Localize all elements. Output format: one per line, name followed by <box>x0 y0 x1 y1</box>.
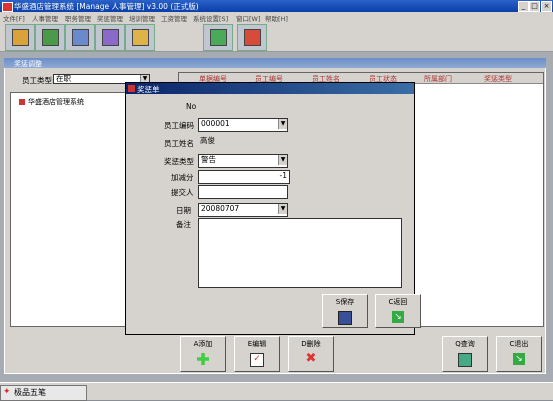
date-select[interactable]: 20080707 ▼ <box>198 203 288 217</box>
floppy-disk-icon <box>338 311 352 325</box>
tb6-icon <box>210 29 227 46</box>
reward-type-value: 警告 <box>201 155 216 164</box>
add-button[interactable]: A添加 <box>180 336 226 372</box>
dialog-title: 奖惩单 <box>137 85 160 94</box>
reward-form-dialog: 奖惩单 No 员工编码 000001 ▼ 员工姓名 高俊 奖惩类型 警告 ▼ 加… <box>125 82 421 335</box>
toolbar-button-1[interactable] <box>5 24 35 51</box>
title-bar: 华盛酒店管理系统 [Manage 人事管理] v3.00 (正式版) _ □ × <box>0 0 553 12</box>
exit-button-label: C退出 <box>509 340 529 348</box>
delete-x-icon: ✖ <box>305 351 317 366</box>
dialog-back-button[interactable]: C返回 ↘ <box>375 294 421 328</box>
toolbar <box>0 22 553 52</box>
submitter-label: 提交人 <box>171 188 194 197</box>
menu-bar: 文件[F] 人事管理 职务管理 奖惩管理 培训管理 工资管理 系统设置[S] 窗… <box>0 12 553 23</box>
reward-adjust-title-bar: 奖惩调整 <box>4 58 546 68</box>
column-header-department[interactable]: 所属部门 <box>424 74 452 84</box>
chevron-down-icon[interactable]: ▼ <box>278 204 287 214</box>
folder-icon <box>19 99 25 105</box>
minimize-button[interactable]: _ <box>518 1 529 12</box>
tb3-icon <box>72 29 89 46</box>
toolbar-button-3[interactable] <box>65 24 95 51</box>
checklist-icon: ✓ <box>250 353 264 367</box>
status-bar: ✦ 极品五笔 <box>0 382 553 401</box>
close-button[interactable]: × <box>541 1 552 12</box>
reward-type-label: 奖惩类型 <box>164 157 194 166</box>
emp-name-field: 高俊 <box>198 136 286 148</box>
plus-icon <box>197 353 209 365</box>
tb2-icon <box>42 29 59 46</box>
emp-code-label: 员工编码 <box>164 121 194 130</box>
toolbar-button-6[interactable] <box>203 24 233 51</box>
points-label: 加减分 <box>171 173 194 182</box>
window-title: 华盛酒店管理系统 [Manage 人事管理] v3.00 (正式版) <box>14 2 199 11</box>
tb1-icon <box>12 29 29 46</box>
dialog-back-label: C返回 <box>388 298 408 306</box>
tb7-icon <box>244 29 261 46</box>
employee-type-label: 员工类型: <box>22 76 55 85</box>
emp-code-select[interactable]: 000001 ▼ <box>198 118 288 132</box>
emp-name-label: 员工姓名 <box>164 139 194 148</box>
dialog-save-label: S保存 <box>335 298 355 306</box>
search-icon <box>458 353 472 367</box>
no-label: No <box>186 102 197 111</box>
tb5-icon <box>132 29 149 46</box>
reward-adjust-title: 奖惩调整 <box>14 60 42 68</box>
submitter-input[interactable] <box>198 185 288 199</box>
ime-name: 极品五笔 <box>14 388 46 397</box>
tb4-icon <box>102 29 119 46</box>
dialog-save-button[interactable]: S保存 <box>322 294 368 328</box>
reward-type-select[interactable]: 警告 ▼ <box>198 154 288 168</box>
exit-button[interactable]: C退出 ↘ <box>496 336 542 372</box>
employee-type-value: 在职 <box>56 74 71 83</box>
ime-toolbar[interactable]: ✦ 极品五笔 <box>0 385 87 401</box>
query-button[interactable]: Q查询 <box>442 336 488 372</box>
points-value: -1 <box>279 171 287 180</box>
date-value: 20080707 <box>201 204 240 213</box>
edit-button-label: E编辑 <box>247 340 267 348</box>
edit-button[interactable]: E编辑 ✓ <box>234 336 280 372</box>
note-label: 备注 <box>176 220 191 229</box>
toolbar-button-5[interactable] <box>125 24 155 51</box>
dialog-icon <box>128 85 135 92</box>
emp-code-value: 000001 <box>201 119 230 128</box>
exit-arrow-icon: ↘ <box>513 353 525 365</box>
column-header-reward-type[interactable]: 奖惩类型 <box>484 74 512 84</box>
points-input[interactable]: -1 <box>198 170 290 184</box>
maximize-button[interactable]: □ <box>529 1 540 12</box>
delete-button[interactable]: D删除 ✖ <box>288 336 334 372</box>
app-icon <box>2 2 13 12</box>
date-label: 日期 <box>176 206 191 215</box>
chevron-down-icon[interactable]: ▼ <box>278 155 287 165</box>
add-button-label: A添加 <box>193 340 213 348</box>
delete-button-label: D删除 <box>301 340 321 348</box>
exit-arrow-icon: ↘ <box>392 311 404 323</box>
chevron-down-icon[interactable]: ▼ <box>278 119 287 129</box>
dialog-title-bar: 奖惩单 <box>126 83 414 94</box>
query-button-label: Q查询 <box>455 340 475 348</box>
tree-node-root[interactable]: 华盛酒店管理系统 <box>19 97 84 107</box>
note-textarea[interactable] <box>198 218 402 288</box>
tree-node-label: 华盛酒店管理系统 <box>28 98 84 106</box>
toolbar-button-4[interactable] <box>95 24 125 51</box>
toolbar-button-2[interactable] <box>35 24 65 51</box>
toolbar-button-7[interactable] <box>237 24 267 51</box>
emp-name-value: 高俊 <box>200 136 215 145</box>
ime-logo-icon: ✦ <box>3 387 11 397</box>
